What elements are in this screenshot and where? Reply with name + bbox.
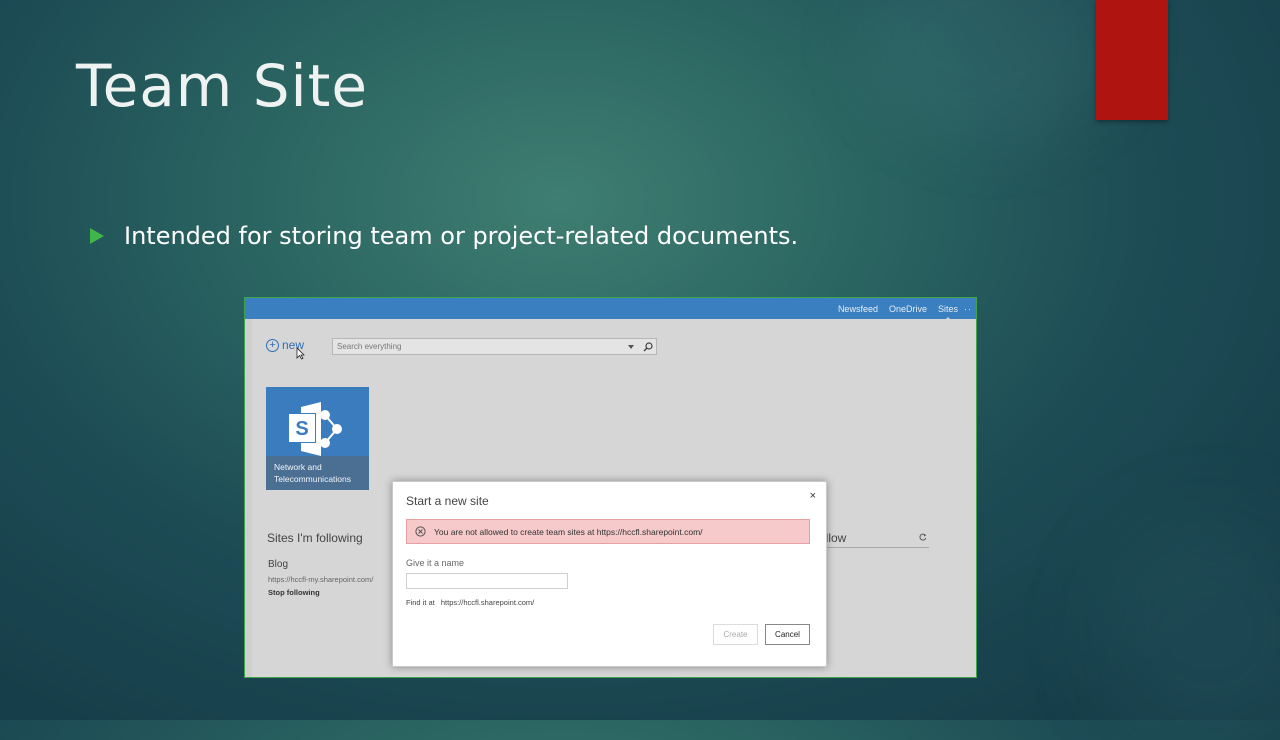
background-glow: [860, 0, 1120, 140]
tile-caption-line: Telecommunications: [274, 474, 352, 484]
site-name-input[interactable]: [406, 573, 568, 589]
nav-sites[interactable]: Sites: [938, 304, 958, 320]
nav-newsfeed[interactable]: Newsfeed: [838, 304, 878, 314]
followed-site-name[interactable]: Blog: [268, 559, 288, 570]
cancel-button[interactable]: Cancel: [765, 624, 810, 645]
create-button[interactable]: Create: [713, 624, 758, 645]
find-it-row: Find it at https://hccfl.sharepoint.com/: [406, 598, 538, 607]
bullet-arrow-icon: [90, 228, 104, 244]
left-rail: [245, 319, 252, 677]
svg-text:S: S: [295, 418, 308, 440]
plus-circle-icon: +: [266, 338, 279, 352]
sharepoint-screenshot: Newsfeed OneDrive Sites ·· + new Search …: [244, 297, 977, 678]
chevron-down-icon[interactable]: [628, 344, 634, 349]
search-input[interactable]: Search everything: [332, 338, 657, 355]
site-tile-network[interactable]: S Network and Telecommunications: [266, 387, 369, 490]
bullet-text: Intended for storing team or project-rel…: [124, 222, 799, 250]
search-icon[interactable]: [642, 341, 654, 353]
error-message: You are not allowed to create team sites…: [434, 526, 703, 537]
nav-more-icon[interactable]: ··: [964, 304, 972, 314]
find-it-label: Find it at: [406, 598, 435, 607]
bullet-point: Intended for storing team or project-rel…: [90, 222, 798, 250]
close-icon[interactable]: ×: [810, 490, 816, 502]
dialog-title: Start a new site: [406, 494, 489, 508]
find-it-url: https://hccfl.sharepoint.com/: [440, 598, 535, 607]
tile-caption: Network and Telecommunications: [266, 456, 369, 490]
suite-nav: Newsfeed OneDrive Sites ··: [827, 298, 972, 320]
accent-bar: [1096, 0, 1168, 120]
background-glow: [1100, 520, 1280, 740]
error-banner: You are not allowed to create team sites…: [406, 519, 810, 544]
search-placeholder: Search everything: [337, 342, 402, 351]
name-field-label: Give it a name: [406, 558, 465, 568]
nav-onedrive[interactable]: OneDrive: [889, 304, 927, 314]
stop-following-link[interactable]: Stop following: [268, 588, 320, 597]
suite-bar: Newsfeed OneDrive Sites ··: [245, 298, 976, 320]
tile-caption-line: Network and: [274, 462, 322, 472]
sharepoint-logo-icon: S: [288, 402, 342, 456]
slide-title: Team Site: [76, 52, 369, 120]
suggested-sites-heading: ollow: [819, 531, 929, 548]
mouse-cursor-icon: [296, 347, 305, 360]
refresh-icon[interactable]: [919, 533, 927, 541]
followed-site-url: https://hccfl-my.sharepoint.com/: [268, 575, 374, 584]
start-new-site-dialog: Start a new site × You are not allowed t…: [392, 481, 827, 667]
error-icon: [415, 526, 426, 537]
